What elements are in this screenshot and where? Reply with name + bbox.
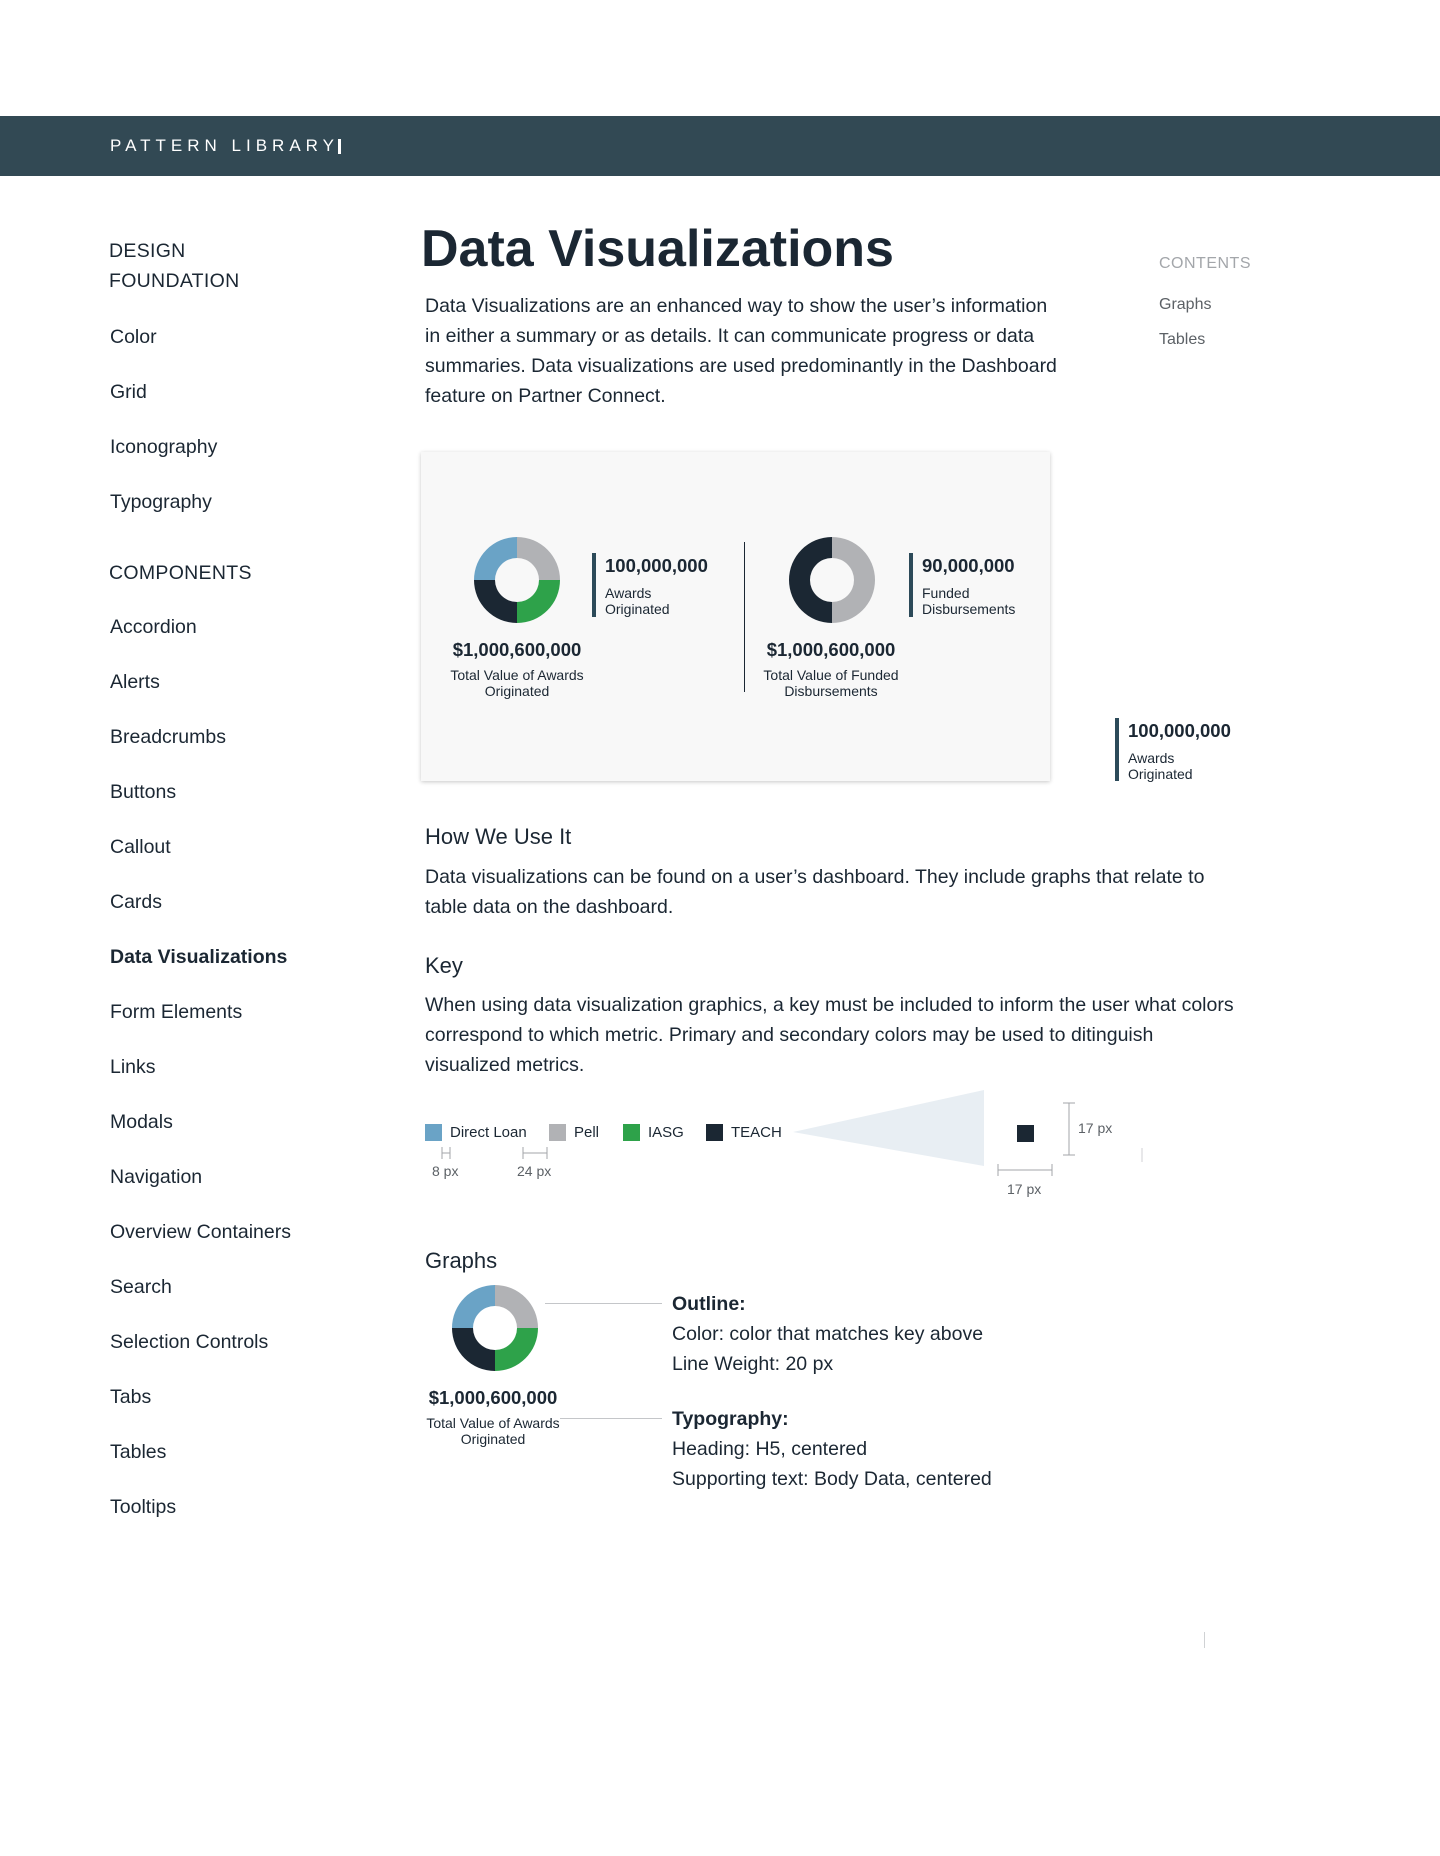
funded-disbursements-label: Funded Disbursements: [922, 585, 1016, 617]
sidebar-item-grid[interactable]: Grid: [110, 380, 147, 404]
swatch-zoom-callout: [793, 1090, 1143, 1176]
stat-accent-bar: [909, 553, 913, 617]
disbursements-total-label: Total Value of Funded Disbursements: [763, 667, 899, 699]
awards-total-label: Total Value of Awards Originated: [450, 667, 584, 699]
stat-accent-bar: [592, 553, 596, 617]
measure-label-height: 17 px: [1078, 1120, 1113, 1136]
legend-label-pell: Pell: [574, 1124, 600, 1141]
sidebar-item-navigation[interactable]: Navigation: [110, 1165, 202, 1189]
sidebar-item-overview-containers[interactable]: Overview Containers: [110, 1220, 291, 1244]
sidebar-item-modals[interactable]: Modals: [110, 1110, 173, 1134]
donut-segment-teach: [474, 580, 517, 623]
typography-spec-heading: Heading: H5, centered: [672, 1438, 868, 1460]
contents-heading: CONTENTS: [1159, 255, 1251, 272]
graphs-heading: Graphs: [425, 1248, 498, 1273]
sidebar-item-callout[interactable]: Callout: [110, 835, 171, 859]
awards-originated-count: 100,000,000: [605, 555, 708, 576]
measure-label-gap: 8 px: [432, 1163, 459, 1179]
key-heading: Key: [425, 953, 463, 978]
sidebar-item-accordion[interactable]: Accordion: [110, 615, 197, 639]
sidebar-item-buttons[interactable]: Buttons: [110, 780, 176, 804]
graph-total-value: $1,000,600,000: [428, 1387, 558, 1408]
sidebar-item-iconography[interactable]: Iconography: [110, 435, 217, 459]
sidebar-item-tooltips[interactable]: Tooltips: [110, 1495, 176, 1519]
legend-label-direct-loan: Direct Loan: [450, 1124, 527, 1141]
measure-label-width: 17 px: [1007, 1181, 1042, 1197]
sidebar-item-breadcrumbs[interactable]: Breadcrumbs: [110, 725, 226, 749]
donut-segment-teach: [789, 537, 832, 623]
awards-donut-chart: [474, 537, 560, 623]
legend-swatch-iasg: [623, 1124, 640, 1141]
sidebar-item-search[interactable]: Search: [110, 1275, 172, 1299]
donut-segment-iasg: [495, 1328, 538, 1371]
typography-leader-line: [560, 1418, 662, 1419]
sidebar-item-typography[interactable]: Typography: [110, 490, 212, 514]
zoomed-swatch: [1017, 1125, 1034, 1142]
how-we-use-text: Data visualizations can be found on a us…: [425, 866, 1205, 918]
floating-stat-label: Awards Originated: [1128, 750, 1193, 782]
legend-swatch-teach: [706, 1124, 723, 1141]
graph-total-label: Total Value of Awards Originated: [426, 1415, 560, 1447]
outline-spec-color: Color: color that matches key above: [672, 1323, 984, 1345]
donut-segment-pell: [517, 537, 560, 580]
donut-segment-direct-loan: [452, 1285, 495, 1328]
typography-spec-title: Typography:: [672, 1408, 789, 1430]
donut-segment-direct-loan: [474, 537, 517, 580]
sidebar-item-links[interactable]: Links: [110, 1055, 156, 1079]
outline-spec-title: Outline:: [672, 1293, 746, 1315]
stat-accent-bar: [1115, 718, 1119, 781]
donut-segment-pell: [832, 537, 875, 623]
floating-stat-value: 100,000,000: [1128, 720, 1231, 741]
key-text: When using data visualization graphics, …: [425, 994, 1234, 1076]
sidebar-section-components: COMPONENTS: [109, 562, 252, 584]
sidebar-item-color[interactable]: Color: [110, 325, 157, 349]
measure-label-spacing: 24 px: [517, 1163, 552, 1179]
legend-label-teach: TEACH: [731, 1124, 782, 1141]
header-title: PATTERN LIBRARY: [110, 136, 339, 155]
page-title: Data Visualizations: [421, 220, 894, 278]
sidebar-item-data-visualizations[interactable]: Data Visualizations: [110, 945, 287, 969]
donut-segment-teach: [452, 1328, 495, 1371]
funded-disbursements-count: 90,000,000: [922, 555, 1015, 576]
disbursements-total-value: $1,000,600,000: [766, 639, 896, 660]
toc-link-graphs[interactable]: Graphs: [1159, 296, 1211, 314]
donut-segment-iasg: [517, 580, 560, 623]
typography-spec-supporting: Supporting text: Body Data, centered: [672, 1468, 992, 1490]
sidebar-item-selection-controls[interactable]: Selection Controls: [110, 1330, 268, 1354]
sidebar-item-alerts[interactable]: Alerts: [110, 670, 160, 694]
intro-paragraph: Data Visualizations are an enhanced way …: [425, 295, 1057, 407]
card-divider: [744, 542, 745, 692]
disbursements-donut-chart: [789, 537, 875, 623]
outline-spec-weight: Line Weight: 20 px: [672, 1353, 834, 1375]
stray-divider-mark: [1204, 1632, 1205, 1648]
legend-label-iasg: IASG: [648, 1124, 684, 1141]
awards-total-value: $1,000,600,000: [452, 639, 582, 660]
toc-link-tables[interactable]: Tables: [1159, 331, 1205, 349]
sidebar-item-form-elements[interactable]: Form Elements: [110, 1000, 242, 1024]
sidebar-item-tabs[interactable]: Tabs: [110, 1385, 151, 1409]
donut-segment-pell: [495, 1285, 538, 1328]
how-we-use-heading: How We Use It: [425, 824, 572, 849]
outline-leader-line: [545, 1303, 662, 1304]
sidebar-item-tables[interactable]: Tables: [110, 1440, 166, 1464]
legend-spacing-indicators: [441, 1147, 548, 1159]
legend-swatch-pell: [549, 1124, 566, 1141]
legend-swatch-direct-loan: [425, 1124, 442, 1141]
graph-donut-chart: [452, 1285, 538, 1371]
sidebar-item-cards[interactable]: Cards: [110, 890, 162, 914]
sidebar-section-design-foundation: DESIGN FOUNDATION: [109, 240, 240, 292]
header-cursor-bar: [338, 139, 341, 154]
awards-originated-label: Awards Originated: [605, 585, 670, 617]
